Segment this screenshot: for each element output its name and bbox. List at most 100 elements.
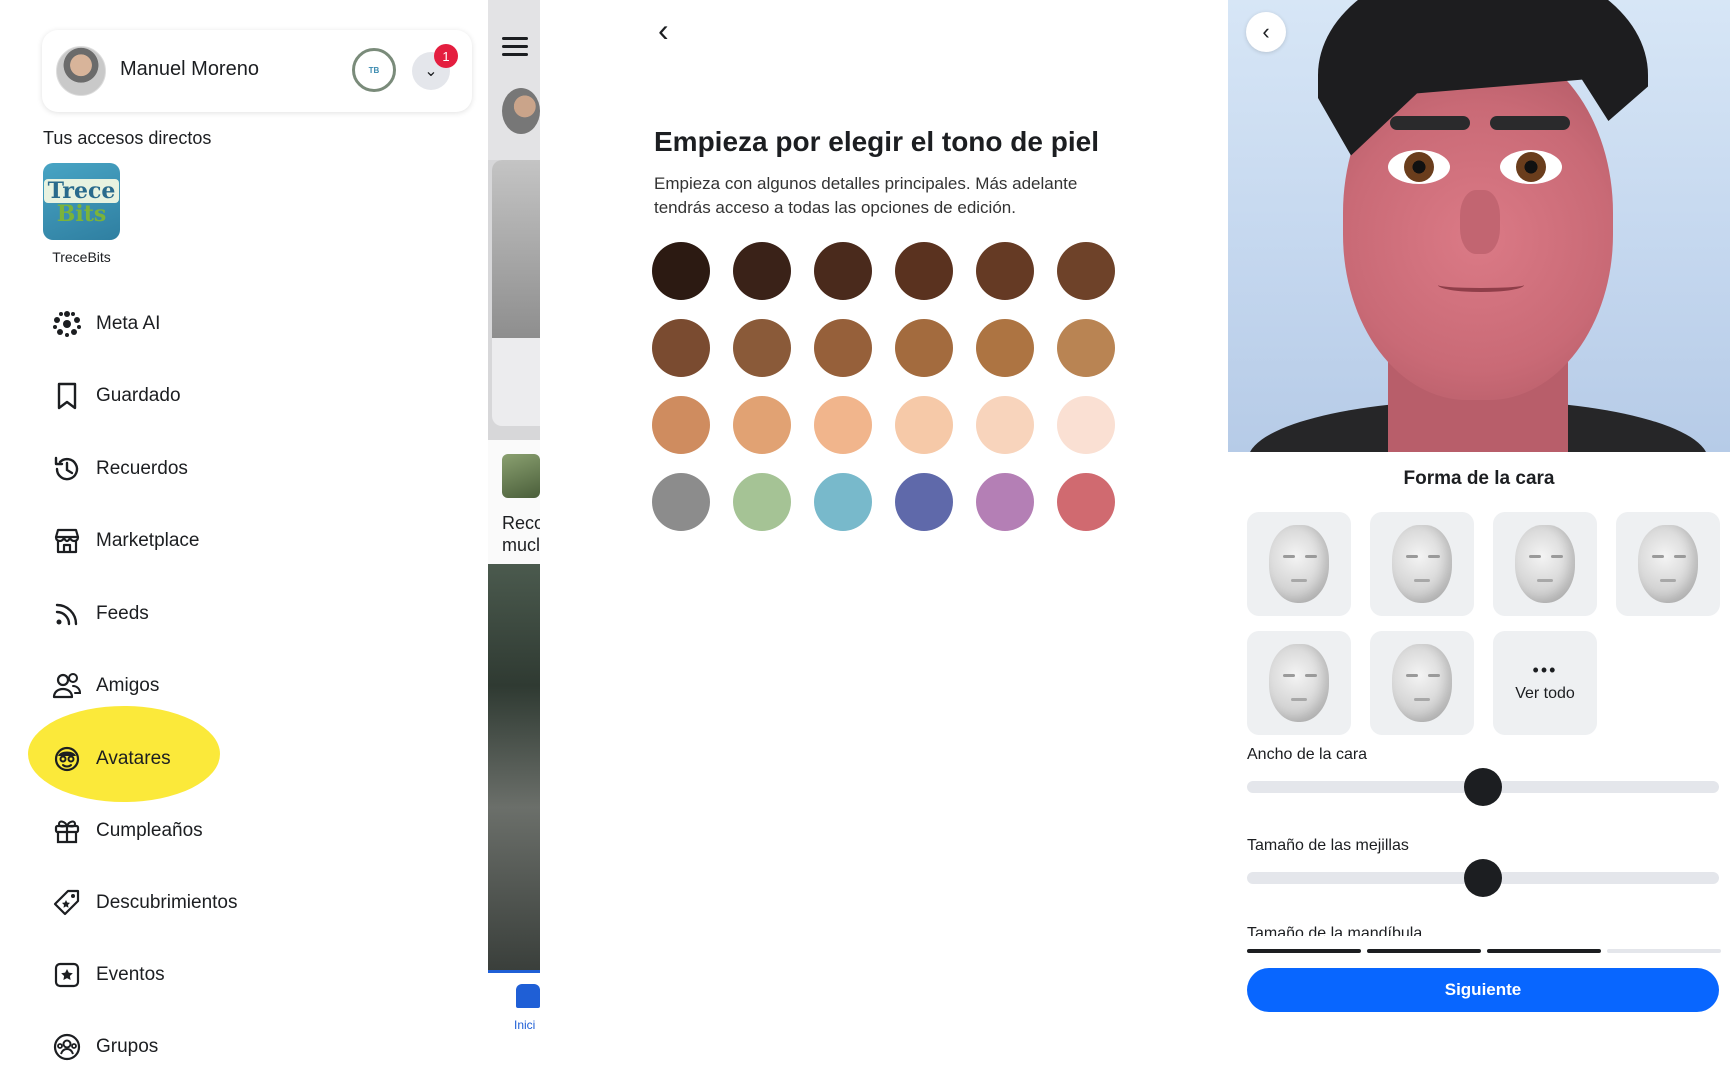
feed-header (488, 0, 540, 160)
calendar-star-icon (48, 956, 86, 994)
skin-tone-swatch[interactable] (895, 473, 953, 531)
next-button[interactable]: Siguiente (1247, 968, 1719, 1012)
menu-item-label: Eventos (96, 964, 165, 985)
avatar-editor-panel: ‹ Forma de la cara ••• Ver todo Ancho de … (1228, 0, 1730, 1062)
avatar-right-eye (1500, 150, 1562, 184)
skin-tone-swatch[interactable] (814, 242, 872, 300)
feed-avatar[interactable] (502, 88, 540, 134)
back-chevron-icon[interactable]: ‹ (1246, 12, 1286, 52)
profile-avatar[interactable] (56, 46, 106, 96)
back-chevron-icon[interactable]: ‹ (658, 12, 669, 49)
face-shape-option[interactable] (1370, 512, 1474, 616)
menu-item-amigos[interactable]: Amigos (48, 666, 159, 706)
face-shape-grid: ••• Ver todo (1247, 512, 1720, 735)
groups-icon (48, 1028, 86, 1062)
menu-item-cumpleanos[interactable]: Cumpleaños (48, 811, 203, 851)
menu-item-feeds[interactable]: Feeds (48, 594, 149, 634)
face-width-slider-thumb[interactable] (1464, 768, 1502, 806)
skin-tone-swatch[interactable] (1057, 242, 1115, 300)
menu-item-eventos[interactable]: Eventos (48, 955, 165, 995)
cut-off-label-text: Tamaño de la mandíbula (1247, 926, 1423, 936)
profile-card[interactable]: Manuel Moreno TB ⌄ 1 (42, 30, 472, 112)
cheek-size-slider-thumb[interactable] (1464, 859, 1502, 897)
menu-drawer: Manuel Moreno TB ⌄ 1 Tus accesos directo… (0, 0, 488, 1062)
face-shape-option[interactable] (1247, 512, 1351, 616)
feed-post-photo[interactable] (488, 564, 540, 970)
skin-tone-swatch[interactable] (733, 396, 791, 454)
menu-item-marketplace[interactable]: Marketplace (48, 521, 200, 561)
progress-segment (1607, 949, 1721, 953)
hamburger-menu-icon[interactable] (502, 32, 528, 61)
clock-history-icon (48, 450, 86, 488)
tag-icon (48, 884, 86, 922)
menu-item-guardado[interactable]: Guardado (48, 376, 181, 416)
menu-item-descubrimientos[interactable]: Descubrimientos (48, 883, 238, 923)
skin-tone-swatch[interactable] (976, 242, 1034, 300)
friends-icon (48, 667, 86, 705)
skin-tone-swatch[interactable] (814, 473, 872, 531)
menu-item-label: Recuerdos (96, 458, 188, 479)
home-icon[interactable] (516, 984, 540, 1008)
trecebits-page-icon[interactable]: TB (352, 48, 396, 92)
feed-suggestion-text: Reco mucl (502, 512, 540, 556)
skin-tone-swatch[interactable] (1057, 473, 1115, 531)
skin-tone-swatch[interactable] (733, 473, 791, 531)
skin-tone-swatch[interactable] (895, 319, 953, 377)
skin-tone-swatch[interactable] (1057, 319, 1115, 377)
feed-text-line: mucl (502, 535, 540, 555)
skin-tone-swatch[interactable] (895, 242, 953, 300)
menu-item-label: Grupos (96, 1036, 159, 1057)
meta-ai-icon (48, 305, 86, 343)
shortcut-label[interactable]: TreceBits (43, 249, 120, 265)
profile-name[interactable]: Manuel Moreno (120, 58, 259, 81)
bookmark-icon (48, 377, 86, 415)
face-shape-option[interactable] (1370, 631, 1474, 735)
skin-tone-swatch[interactable] (976, 473, 1034, 531)
menu-item-grupos[interactable]: Grupos (48, 1027, 158, 1062)
face-shape-option[interactable] (1247, 631, 1351, 735)
face-shape-option[interactable] (1493, 512, 1597, 616)
menu-item-label: Descubrimientos (96, 892, 238, 913)
skin-tone-title: Empieza por elegir el tono de piel (654, 126, 1099, 157)
slider-label-face-width: Ancho de la cara (1247, 746, 1368, 763)
see-all-button[interactable]: ••• Ver todo (1493, 631, 1597, 735)
face-shape-thumbnail (1269, 644, 1329, 722)
skin-tone-swatch[interactable] (652, 473, 710, 531)
face-shape-thumbnail (1392, 644, 1452, 722)
skin-tone-swatch[interactable] (733, 242, 791, 300)
face-shape-option[interactable] (1616, 512, 1720, 616)
menu-item-label: Feeds (96, 603, 149, 624)
skin-tone-swatch[interactable] (814, 396, 872, 454)
skin-tone-panel: ‹ Empieza por elegir el tono de piel Emp… (540, 0, 1228, 1062)
skin-tone-grid (652, 242, 1115, 531)
home-label[interactable]: Inici (514, 1018, 535, 1032)
feed-story-photo (492, 160, 540, 338)
skin-tone-subtitle: Empieza con algunos detalles principales… (654, 174, 1078, 217)
skin-tone-swatch[interactable] (652, 319, 710, 377)
logo-text-bottom: Bits (56, 200, 107, 227)
skin-tone-swatch[interactable] (976, 396, 1034, 454)
skin-tone-swatch[interactable] (652, 396, 710, 454)
face-shape-thumbnail (1638, 525, 1698, 603)
avatar-mouth (1438, 278, 1524, 292)
feed-suggestion-thumbnail[interactable] (502, 454, 540, 498)
see-all-label: Ver todo (1515, 685, 1575, 702)
skin-tone-swatch[interactable] (652, 242, 710, 300)
background-feed-strip: Reco mucl Inici (488, 0, 540, 1062)
shortcuts-title: Tus accesos directos (43, 128, 212, 148)
store-icon (48, 522, 86, 560)
face-shape-thumbnail (1269, 525, 1329, 603)
progress-segment (1367, 949, 1481, 953)
face-shape-thumbnail (1392, 525, 1452, 603)
progress-segment (1247, 949, 1361, 953)
skin-tone-swatch[interactable] (814, 319, 872, 377)
menu-panel: Manuel Moreno TB ⌄ 1 Tus accesos directo… (0, 0, 488, 1062)
shortcut-trecebits-logo[interactable]: Trece Bits (43, 163, 120, 240)
menu-item-meta-ai[interactable]: Meta AI (48, 304, 160, 344)
skin-tone-swatch[interactable] (733, 319, 791, 377)
skin-tone-swatch[interactable] (1057, 396, 1115, 454)
skin-tone-swatch[interactable] (976, 319, 1034, 377)
menu-item-recuerdos[interactable]: Recuerdos (48, 449, 188, 489)
menu-item-avatares[interactable]: Avatares (48, 739, 171, 779)
skin-tone-swatch[interactable] (895, 396, 953, 454)
